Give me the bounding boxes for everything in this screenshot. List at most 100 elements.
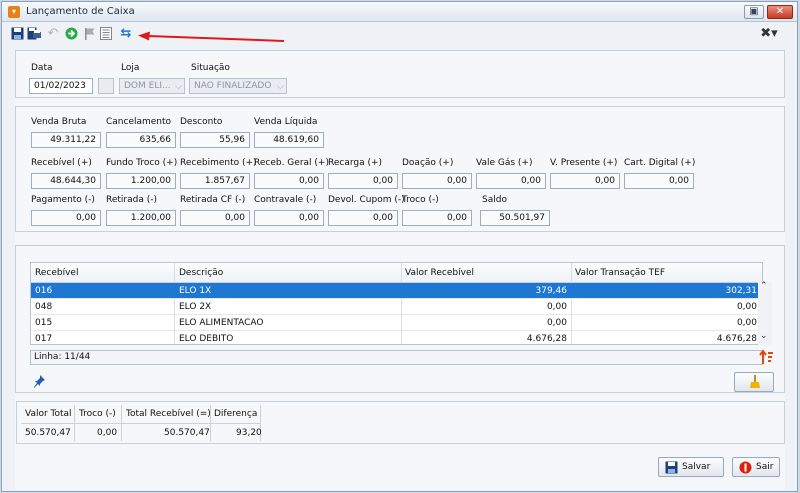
total-recebivel-value: 50.570,47 <box>164 428 210 438</box>
exit-icon <box>739 461 752 481</box>
fundo-troco-label: Fundo Troco (+) <box>106 158 178 168</box>
vale-gas-field: 0,00 <box>476 173 546 189</box>
forward-icon[interactable] <box>64 27 78 41</box>
receb-geral-label: Receb. Geral (+) <box>254 158 329 168</box>
troco-label: Troco (-) <box>402 195 439 205</box>
col-valor-tef-header[interactable]: Valor Transação TEF <box>575 268 665 278</box>
table-header: Recebível Descrição Valor Recebível Valo… <box>31 263 762 283</box>
venda-bruta-label: Venda Bruta <box>31 117 87 127</box>
cell-tef: 0,00 <box>736 302 757 312</box>
save-button[interactable]: Salvar <box>658 457 724 477</box>
v-presente-label: V. Presente (+) <box>550 158 618 168</box>
scroll-up-icon[interactable]: ⌃ <box>760 281 768 291</box>
cancelamento-label: Cancelamento <box>106 117 172 127</box>
sort-icon[interactable] <box>759 349 773 365</box>
totals-panel: Venda Bruta 49.311,22 Cancelamento 635,6… <box>15 106 785 232</box>
refresh-icon[interactable]: ⇆ <box>119 27 133 41</box>
calendar-button[interactable] <box>98 78 114 94</box>
cell-valor: 0,00 <box>546 302 567 312</box>
cell-descricao: ELO 1X <box>179 286 212 296</box>
table-row[interactable]: 017 ELO DEBITO 4.676,28 4.676,28 <box>31 331 762 344</box>
cell-valor: 4.676,28 <box>526 334 567 344</box>
venda-liquida-field: 48.619,60 <box>254 132 324 148</box>
cell-recebivel: 016 <box>35 286 53 296</box>
situacao-label: Situação <box>191 63 230 73</box>
cell-valor: 0,00 <box>546 318 567 328</box>
header-panel: Data 01/02/2023 Loja DOM ELI... ⌵ Situaç… <box>15 50 785 98</box>
pin-icon[interactable] <box>32 374 46 388</box>
valor-total-label: Valor Total <box>25 409 72 419</box>
table-scrollbar[interactable]: ⌃ ⌄ <box>758 281 772 345</box>
pagamento-label: Pagamento (-) <box>31 195 95 205</box>
cell-valor: 379,46 <box>535 286 568 296</box>
situacao-select[interactable]: NAO FINALIZADO <box>189 78 287 94</box>
recebivel-label: Recebível (+) <box>31 158 92 168</box>
clear-button[interactable] <box>734 372 774 392</box>
broom-icon <box>749 375 761 396</box>
app-icon: ▾ <box>8 6 20 18</box>
save-icon <box>665 461 678 481</box>
doacao-field: 0,00 <box>402 173 472 189</box>
desconto-field: 55,96 <box>180 132 250 148</box>
chevron-down-icon: ⌵ <box>277 82 284 92</box>
summary-row-divider <box>21 423 261 424</box>
flag-icon[interactable] <box>82 27 96 41</box>
recarga-label: Recarga (+) <box>328 158 383 168</box>
v-presente-field: 0,00 <box>550 173 620 189</box>
save-print-icon[interactable] <box>27 27 41 41</box>
cell-tef: 0,00 <box>736 318 757 328</box>
undo-icon[interactable]: ↶ <box>46 27 60 41</box>
annotation-arrow <box>138 31 285 42</box>
devol-cupom-field: 0,00 <box>328 210 398 226</box>
contravale-field: 0,00 <box>254 210 324 226</box>
col-descricao-header[interactable]: Descrição <box>179 268 223 278</box>
cell-descricao: ELO ALIMENTACAO <box>179 318 264 328</box>
col-valor-recebivel-header[interactable]: Valor Recebível <box>405 268 474 278</box>
cancelamento-field: 635,66 <box>106 132 176 148</box>
list-icon[interactable] <box>99 27 113 41</box>
troco-total-value: 0,00 <box>97 428 118 438</box>
table-status-bar: Linha: 11/44 <box>30 350 763 365</box>
save-button-label: Salvar <box>682 462 711 472</box>
table-row[interactable]: 048 ELO 2X 0,00 0,00 <box>31 299 762 315</box>
recebiveis-table: Recebível Descrição Valor Recebível Valo… <box>30 262 763 345</box>
tools-menu-icon[interactable]: ✖▾ <box>758 27 780 41</box>
cell-descricao: ELO 2X <box>179 302 212 312</box>
save-icon[interactable] <box>10 27 24 41</box>
cart-digital-field: 0,00 <box>624 173 694 189</box>
retirada-field: 1.200,00 <box>106 210 176 226</box>
retirada-cf-label: Retirada CF (-) <box>180 195 246 205</box>
contravale-label: Contravale (-) <box>254 195 317 205</box>
saldo-label: Saldo <box>482 195 507 205</box>
summary-panel: Valor Total Troco (-) Total Recebível (=… <box>16 401 785 444</box>
app-window: ▾ Lançamento de Caixa ▣ ✕ ↶ ⇆ ✖▾ Data 01… <box>1 1 798 492</box>
close-button[interactable]: ✕ <box>767 5 793 19</box>
doacao-label: Doação (+) <box>402 158 454 168</box>
venda-liquida-label: Venda Líquida <box>254 117 318 127</box>
exit-button-label: Sair <box>756 462 774 472</box>
data-label: Data <box>31 63 53 73</box>
recebimento-field: 1.857,67 <box>180 173 250 189</box>
diferenca-label: Diferença <box>214 409 258 419</box>
table-row[interactable]: 015 ELO ALIMENTACAO 0,00 0,00 <box>31 315 762 331</box>
cell-descricao: ELO DEBITO <box>179 334 234 344</box>
exit-button[interactable]: Sair <box>732 457 780 477</box>
cart-digital-label: Cart. Digital (+) <box>624 158 696 168</box>
cell-tef: 302,31 <box>725 286 758 296</box>
diferenca-value: 93,20 <box>236 428 262 438</box>
toolbar: ↶ ⇆ ✖▾ <box>2 23 797 47</box>
restore-button[interactable]: ▣ <box>744 5 764 19</box>
vale-gas-label: Vale Gás (+) <box>476 158 533 168</box>
col-recebivel-header[interactable]: Recebível <box>35 268 78 278</box>
cell-tef: 4.676,28 <box>716 334 757 344</box>
data-field[interactable]: 01/02/2023 <box>29 78 93 94</box>
cell-recebivel: 017 <box>35 334 53 344</box>
scroll-down-icon[interactable]: ⌄ <box>760 331 768 341</box>
retirada-label: Retirada (-) <box>106 195 157 205</box>
recebimento-label: Recebimento (+) <box>180 158 257 168</box>
chevron-down-icon: ⌵ <box>175 82 182 92</box>
window-title: Lançamento de Caixa <box>26 6 135 17</box>
table-row[interactable]: 016 ELO 1X 379,46 302,31 <box>31 283 762 299</box>
desconto-label: Desconto <box>180 117 223 127</box>
cell-recebivel: 048 <box>35 302 53 312</box>
